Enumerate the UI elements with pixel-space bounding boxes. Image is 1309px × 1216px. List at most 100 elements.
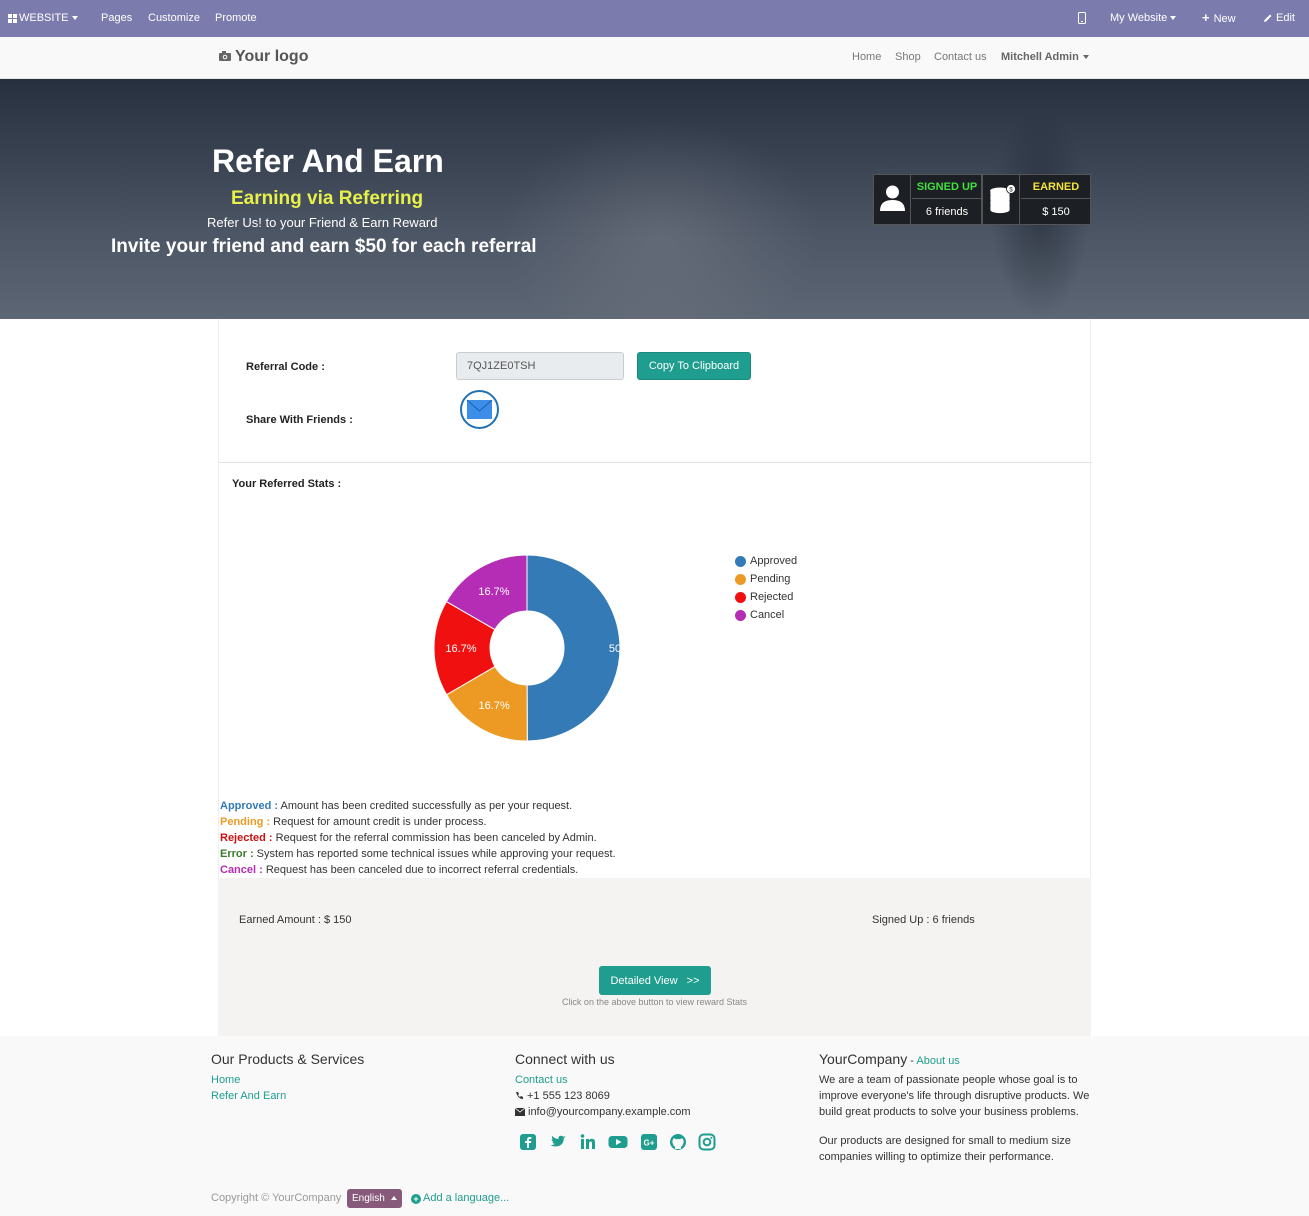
signed-up-stat: SIGNED UP 6 friends — [873, 174, 982, 225]
summary-section: Earned Amount : $ 150 Signed Up : 6 frie… — [218, 878, 1091, 1036]
edit-button[interactable]: Edit — [1263, 0, 1295, 37]
add-language-label: Add a language... — [423, 1192, 510, 1204]
footer-email: info@yourcompany.example.com — [514, 1106, 691, 1118]
mobile-icon — [1078, 12, 1086, 25]
legend-label: Rejected — [750, 591, 794, 603]
section-divider — [219, 462, 1092, 463]
user-name: Mitchell Admin — [1001, 51, 1079, 63]
nav-home[interactable]: Home — [852, 51, 881, 63]
hero-banner: Refer And Earn Earning via Referring Ref… — [0, 79, 1309, 319]
site-logo[interactable]: Your logo — [219, 48, 308, 66]
footer-contact-link[interactable]: Contact us — [515, 1074, 568, 1086]
detailed-view-button[interactable]: Detailed View >> — [599, 966, 711, 995]
apps-grid-icon — [8, 13, 17, 23]
earned-label: EARNED — [1021, 175, 1091, 199]
company-description: We are a team of passionate people whose… — [819, 1074, 1090, 1118]
my-website-dropdown[interactable]: My Website — [1110, 0, 1177, 37]
footer-phone: +1 555 123 8069 — [515, 1090, 610, 1102]
status-description: Error : System has reported some technic… — [220, 847, 616, 863]
signed-up-text: Signed Up : 6 friends — [872, 914, 975, 926]
pie-label-approved: 50 — [609, 643, 621, 655]
connect-title: Connect with us — [515, 1051, 615, 1067]
language-label: English — [352, 1193, 385, 1204]
about-us-link[interactable]: About us — [916, 1055, 959, 1067]
website-menu-label: WEBSITE — [19, 12, 69, 24]
signed-up-value: 6 friends — [925, 206, 969, 218]
camera-icon — [219, 50, 231, 64]
status-key: Error : — [220, 848, 254, 860]
copyright-text: Copyright © YourCompany — [211, 1192, 342, 1204]
referral-donut-chart: 50 16.7% 16.7% 16.7% — [433, 554, 621, 742]
facebook-icon[interactable] — [519, 1133, 537, 1151]
status-key: Cancel : — [220, 864, 263, 876]
promote-menu[interactable]: Promote — [215, 0, 257, 37]
earned-value: $ 150 — [1042, 206, 1070, 218]
legend-dot — [735, 610, 746, 621]
plus-icon: + — [1202, 10, 1210, 25]
footer-link-home[interactable]: Home — [211, 1074, 240, 1086]
legend-dot — [735, 556, 746, 567]
about-separator: - — [907, 1055, 917, 1067]
page-title: Refer And Earn — [212, 143, 444, 179]
admin-navbar: WEBSITE Pages Customize Promote My Websi… — [0, 0, 1309, 37]
pie-label-pending: 16.7% — [479, 700, 510, 712]
mobile-preview-button[interactable] — [1078, 0, 1086, 37]
status-key: Pending : — [220, 816, 271, 828]
nav-shop[interactable]: Shop — [895, 51, 921, 63]
logo-text: Your logo — [235, 48, 309, 65]
user-menu[interactable]: Mitchell Admin — [1001, 51, 1089, 63]
hero-invite: Invite your friend and earn $50 for each… — [111, 236, 537, 257]
signed-up-label: SIGNED UP — [912, 175, 982, 199]
website-apps-menu[interactable]: WEBSITE — [8, 0, 78, 37]
github-icon[interactable] — [669, 1133, 687, 1151]
customize-menu[interactable]: Customize — [148, 0, 200, 37]
referred-stats-title: Your Referred Stats : — [232, 478, 342, 490]
share-email-button[interactable] — [460, 390, 499, 429]
company-title: YourCompany - About us — [819, 1051, 960, 1067]
detailed-view-hint: Click on the above button to view reward… — [561, 997, 748, 1007]
legend-dot — [735, 592, 746, 603]
legend-item-rejected[interactable]: Rejected — [735, 590, 797, 608]
google-plus-icon[interactable]: G+ — [640, 1133, 658, 1151]
language-selector[interactable]: English — [347, 1189, 402, 1208]
phone-icon — [516, 1092, 523, 1099]
referral-code-field[interactable] — [456, 352, 624, 380]
legend-item-cancel[interactable]: Cancel — [735, 608, 797, 626]
twitter-icon[interactable] — [549, 1133, 567, 1151]
phone-text: +1 555 123 8069 — [527, 1090, 610, 1102]
status-description: Cancel : Request has been canceled due t… — [220, 863, 616, 879]
legend-label: Cancel — [750, 609, 785, 621]
status-text: Request for the referral commission has … — [272, 832, 597, 844]
pie-label-cancel: 16.7% — [478, 586, 509, 598]
share-with-friends-label: Share With Friends : — [246, 414, 353, 426]
company-name: YourCompany — [819, 1051, 908, 1067]
products-title: Our Products & Services — [211, 1051, 365, 1067]
legend-item-approved[interactable]: Approved — [735, 554, 797, 572]
legend-item-pending[interactable]: Pending — [735, 572, 797, 590]
caret-up-icon — [391, 1196, 397, 1200]
new-button[interactable]: + New — [1202, 0, 1236, 37]
plus-circle-icon: + — [411, 1194, 421, 1204]
add-language-link[interactable]: + Add a language... — [411, 1192, 509, 1204]
footer-link-refer-and-earn[interactable]: Refer And Earn — [211, 1090, 286, 1102]
svg-text:G+: G+ — [644, 1139, 655, 1148]
envelope-icon — [466, 399, 493, 419]
nav-contact-us[interactable]: Contact us — [934, 51, 987, 63]
hero-subtitle: Earning via Referring — [231, 188, 424, 209]
youtube-icon[interactable] — [608, 1133, 628, 1151]
site-footer: Our Products & Services Home Refer And E… — [0, 1036, 1309, 1216]
edit-label: Edit — [1276, 12, 1295, 24]
status-description: Rejected : Request for the referral comm… — [220, 831, 616, 847]
pie-slice-approved[interactable] — [526, 554, 621, 742]
earned-stat: $ EARNED $ 150 — [982, 174, 1091, 225]
status-text: System has reported some technical issue… — [253, 848, 616, 860]
instagram-icon[interactable] — [698, 1133, 716, 1151]
hero-tagline: Refer Us! to your Friend & Earn Reward — [207, 215, 438, 230]
chart-legend: Approved Pending Rejected Cancel — [735, 554, 797, 626]
my-website-label: My Website — [1110, 12, 1168, 24]
copy-to-clipboard-button[interactable]: Copy To Clipboard — [637, 352, 751, 380]
pie-label-rejected: 16.7% — [445, 643, 476, 655]
linkedin-icon[interactable] — [579, 1133, 597, 1151]
pages-menu[interactable]: Pages — [101, 0, 132, 37]
status-key: Approved : — [220, 800, 279, 812]
